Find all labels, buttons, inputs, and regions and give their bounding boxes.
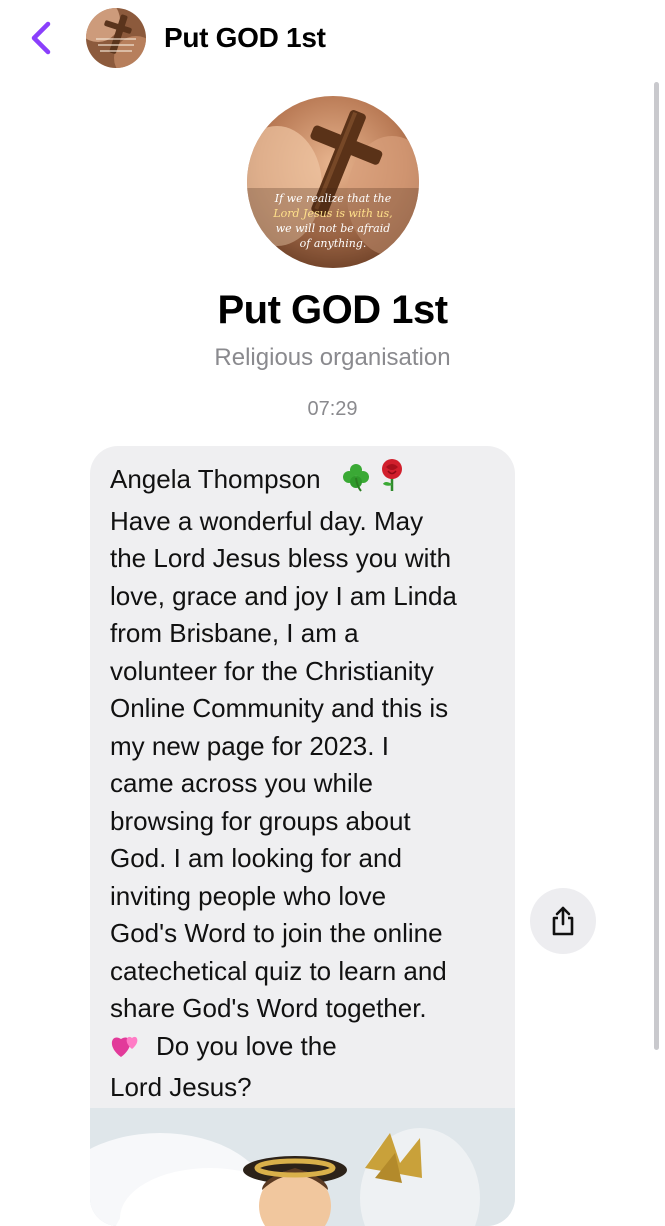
header-title[interactable]: Put GOD 1st	[164, 22, 326, 54]
message-line: catechetical quiz to learn and	[110, 955, 447, 986]
message-line: the Lord Jesus bless you with	[110, 543, 452, 573]
message-line: Do you love the	[110, 1028, 505, 1070]
chat-header: Put GOD 1st	[0, 0, 665, 78]
message-line: volunteer for the Christianity	[110, 655, 434, 686]
message-line: Have a wonderful day. May	[110, 505, 424, 536]
scrollbar[interactable]	[654, 82, 659, 1050]
profile-avatar[interactable]: If we realize that the Lord Jesus is wit…	[247, 96, 419, 268]
quote-line-1: If we realize that the	[274, 192, 392, 205]
quote-line-2: Lord Jesus is with us,	[272, 207, 392, 220]
message-text: Angela Thompson Have a wonderful day. Ma…	[110, 458, 505, 1107]
message-line: came across you while	[110, 768, 373, 798]
quote-line-3: we will not be afraid	[276, 222, 391, 235]
message-line: love, grace and joy I am Linda	[110, 580, 457, 611]
chevron-left-icon	[31, 21, 51, 55]
back-button[interactable]	[24, 18, 60, 58]
share-button[interactable]	[530, 888, 596, 954]
share-icon	[552, 906, 574, 936]
message-line: share God's Word together.	[110, 993, 427, 1023]
header-avatar[interactable]	[86, 8, 146, 68]
shamrock-icon	[341, 462, 371, 503]
profile-category: Religious organisation	[214, 344, 451, 371]
message-timestamp: 07:29	[307, 398, 358, 420]
two-hearts-icon	[110, 1031, 142, 1070]
message-line: Online Community and this is	[110, 693, 449, 723]
message-line: God. I am looking for and	[110, 843, 402, 873]
message-line: Angela Thompson	[110, 458, 505, 503]
message-line: inviting people who love	[110, 880, 387, 911]
message-line: my new page for 2023. I	[110, 730, 389, 761]
message-line: from Brisbane, I am a	[110, 618, 359, 648]
message-line: browsing for groups about	[110, 805, 411, 836]
message-line: Lord Jesus?	[110, 1072, 252, 1102]
quote-line-4: of anything.	[300, 237, 367, 250]
rose-icon	[377, 458, 407, 503]
angel-figurine-image[interactable]	[90, 1108, 515, 1226]
message-line: God's Word to join the online	[110, 918, 443, 948]
profile-name[interactable]: Put GOD 1st	[0, 288, 665, 333]
message-bubble[interactable]: Angela Thompson Have a wonderful day. Ma…	[90, 446, 515, 1226]
